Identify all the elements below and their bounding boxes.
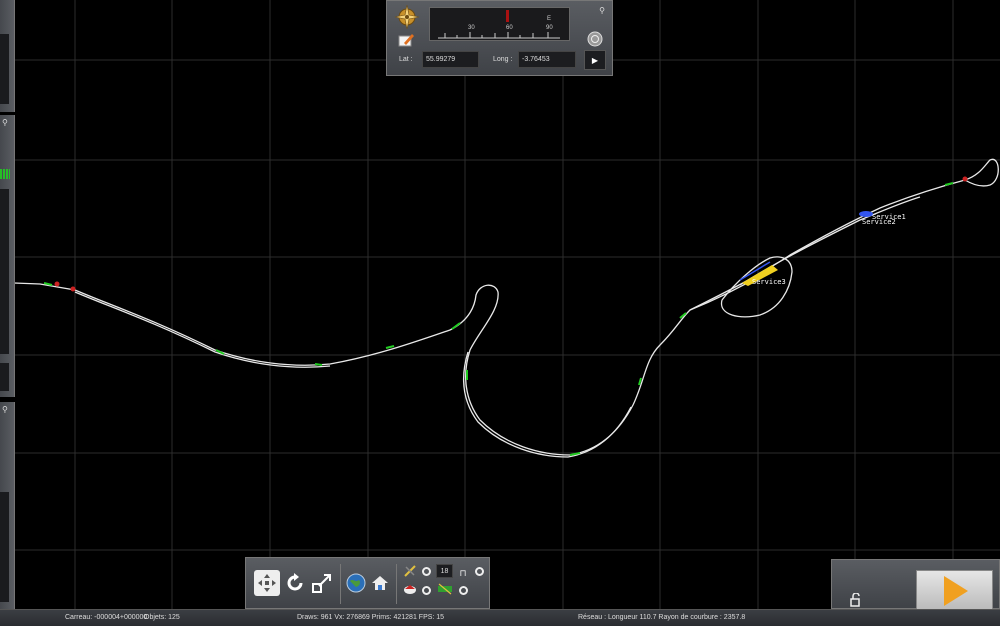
left-panel-middle[interactable]: ⚲ xyxy=(0,115,15,397)
home-icon[interactable] xyxy=(369,572,391,594)
track-markers xyxy=(43,182,954,456)
status-objects: Objets: 125 xyxy=(144,614,180,621)
center-target-button[interactable] xyxy=(586,30,604,48)
move-icon[interactable] xyxy=(254,570,280,596)
heading-gauge: 30 60 90 E xyxy=(429,7,570,41)
status-bar: Carreau: -000004+000000 Objets: 125 Draw… xyxy=(0,609,1000,626)
left-panel-bottom[interactable]: ⚲ xyxy=(0,402,15,609)
object-tool-icon[interactable] xyxy=(402,582,418,596)
track-network[interactable] xyxy=(0,158,999,458)
track-loop-east xyxy=(721,256,793,318)
radio-option-1[interactable] xyxy=(422,567,431,576)
play-button[interactable] xyxy=(916,570,993,612)
train-icon[interactable] xyxy=(437,582,453,596)
radio-option-3[interactable] xyxy=(422,586,431,595)
globe-icon[interactable] xyxy=(345,572,367,594)
pin-icon[interactable]: ⚲ xyxy=(596,4,608,16)
compass-panel: 30 60 90 E ⚲ Lat : 55.99279 Long : -3.76… xyxy=(386,0,613,76)
heading-tick-60: 60 xyxy=(506,25,513,31)
left-panel-top[interactable] xyxy=(0,0,15,112)
lat-label: Lat : xyxy=(399,56,413,63)
long-label: Long : xyxy=(493,56,513,63)
go-to-coordinates-button[interactable]: ▶ xyxy=(584,50,606,70)
rotate-icon[interactable] xyxy=(283,571,307,595)
station-label-service2: Service2 xyxy=(862,218,896,226)
station-service1[interactable]: Service1 Service2 xyxy=(859,211,906,226)
map-viewport[interactable]: Service1 Service2 Service3 xyxy=(0,0,1000,625)
map-grid xyxy=(0,0,1000,625)
track-parallel xyxy=(74,291,632,458)
scale-icon[interactable] xyxy=(310,571,334,595)
pin-icon[interactable]: ⚲ xyxy=(2,118,11,127)
status-render-stats: Draws: 961 Vx: 276869 Prims: 421281 FPS:… xyxy=(297,614,445,621)
radio-option-4[interactable] xyxy=(459,586,468,595)
compass-rose-icon[interactable] xyxy=(393,4,421,30)
heading-letter: E xyxy=(547,16,551,22)
bottom-toolbar: 18 ⊓ xyxy=(245,557,490,609)
pin-icon[interactable]: ⚲ xyxy=(2,405,11,414)
status-network: Réseau : Longueur 110.7 Rayon de courbur… xyxy=(578,614,746,621)
station-label-service3: Service3 xyxy=(752,278,786,286)
heading-tick-30: 30 xyxy=(468,25,475,31)
signal-markers[interactable] xyxy=(54,176,968,292)
run-panel xyxy=(831,559,1000,612)
long-field[interactable]: -3.76453 xyxy=(518,51,576,68)
lock-icon[interactable]: ⊓ xyxy=(458,567,468,579)
status-tile: Carreau: -000004+000000 xyxy=(65,614,148,621)
radio-option-2[interactable] xyxy=(475,567,484,576)
unlock-icon[interactable] xyxy=(847,592,863,608)
edit-map-icon[interactable] xyxy=(397,33,415,47)
speed-field[interactable]: 18 xyxy=(436,564,453,578)
track-main xyxy=(13,158,999,456)
grid-icon[interactable] xyxy=(0,169,10,179)
lat-field[interactable]: 55.99279 xyxy=(422,51,479,68)
signal-tool-icon[interactable] xyxy=(402,564,418,578)
heading-tick-90: 90 xyxy=(546,25,553,31)
